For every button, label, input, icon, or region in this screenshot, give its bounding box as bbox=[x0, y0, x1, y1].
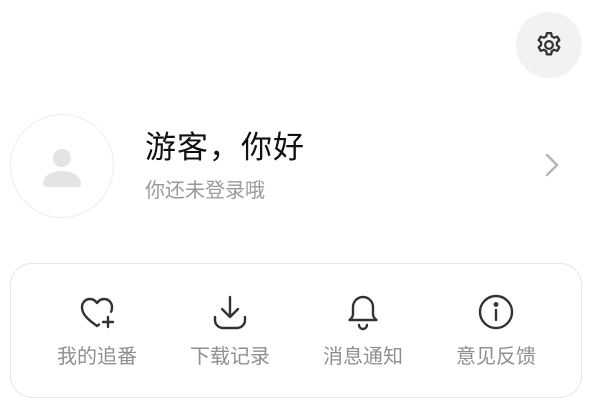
action-label: 消息通知 bbox=[323, 344, 403, 368]
quick-actions-card: 我的追番 下载记录 消息通知 意见反馈 bbox=[10, 263, 582, 398]
chevron-right-icon bbox=[540, 150, 562, 180]
gear-icon bbox=[534, 30, 564, 60]
settings-button[interactable] bbox=[516, 12, 582, 78]
download-icon bbox=[210, 292, 250, 332]
action-download-history[interactable]: 下载记录 bbox=[164, 264, 296, 397]
profile-login-row[interactable]: 游客，你好 你还未登录哦 bbox=[0, 108, 606, 222]
action-label: 意见反馈 bbox=[456, 344, 536, 368]
action-my-follows[interactable]: 我的追番 bbox=[31, 264, 163, 397]
heart-plus-icon bbox=[77, 292, 117, 332]
action-label: 下载记录 bbox=[190, 344, 270, 368]
avatar[interactable] bbox=[10, 114, 114, 218]
bell-icon bbox=[343, 292, 383, 332]
info-icon bbox=[476, 292, 516, 332]
action-notifications[interactable]: 消息通知 bbox=[297, 264, 429, 397]
user-silhouette-icon bbox=[40, 144, 84, 188]
greeting-title: 游客，你好 bbox=[145, 130, 305, 166]
action-feedback[interactable]: 意见反馈 bbox=[430, 264, 562, 397]
action-label: 我的追番 bbox=[57, 344, 137, 368]
login-hint: 你还未登录哦 bbox=[145, 178, 265, 202]
